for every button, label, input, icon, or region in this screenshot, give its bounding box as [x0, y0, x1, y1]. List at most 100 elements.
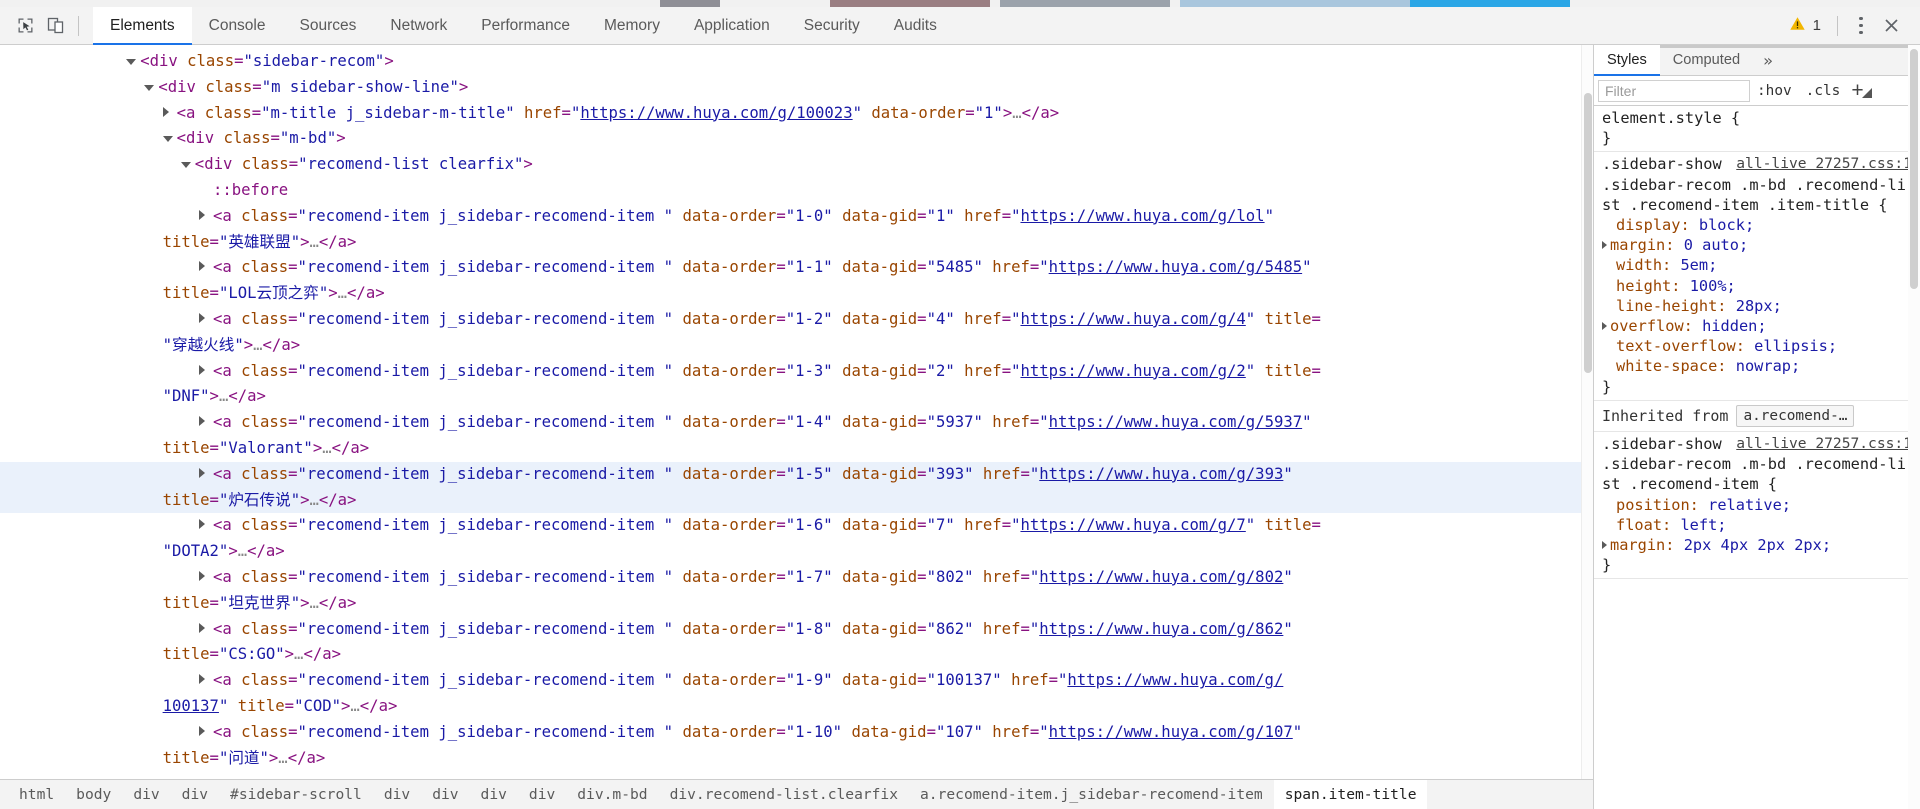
styles-tab-styles[interactable]: Styles	[1594, 45, 1660, 76]
warning-indicator[interactable]: 1	[1783, 16, 1827, 36]
dom-node[interactable]: <a class="recomend-item j_sidebar-recome…	[0, 668, 1593, 720]
dom-tree-scroll-area[interactable]: <div class="sidebar-recom"> <div class="m…	[0, 45, 1593, 779]
chevron-down-icon[interactable]	[144, 75, 158, 101]
css-rule-origin-link[interactable]: all-live 27257.css:1	[1736, 434, 1912, 454]
css-declaration[interactable]: display: block;	[1602, 215, 1912, 235]
css-declaration[interactable]: white-space: nowrap;	[1602, 356, 1912, 376]
device-toolbar-icon[interactable]	[40, 11, 70, 41]
chevron-right-icon[interactable]	[199, 255, 213, 281]
tab-memory[interactable]: Memory	[587, 7, 677, 44]
dom-attribute-link[interactable]: https://www.huya.com/g/100023	[580, 104, 852, 122]
dom-attribute-link[interactable]: https://www.huya.com/g/4	[1020, 310, 1245, 328]
css-declaration[interactable]: position: relative;	[1602, 495, 1912, 515]
dom-tree-scrollbar-thumb[interactable]	[1584, 93, 1592, 373]
styles-scrollbar[interactable]	[1908, 45, 1920, 809]
css-property-name[interactable]: margin:	[1610, 236, 1684, 254]
css-property-name[interactable]: margin:	[1610, 536, 1684, 554]
dom-attribute-link[interactable]: 100137	[163, 697, 219, 715]
css-property-value[interactable]: block;	[1699, 216, 1754, 234]
css-property-name[interactable]: float:	[1602, 516, 1680, 534]
breadcrumb-item[interactable]: body	[65, 780, 122, 809]
css-rule[interactable]: all-live 27257.css:1 .sidebar-show .sideb…	[1594, 152, 1920, 401]
chevron-right-icon[interactable]	[199, 513, 213, 539]
tab-performance[interactable]: Performance	[464, 7, 587, 44]
chevron-right-icon[interactable]	[162, 101, 177, 127]
css-property-name[interactable]: line-height:	[1602, 297, 1736, 315]
dom-node[interactable]: <a class="recomend-item j_sidebar-recome…	[0, 617, 1593, 669]
dom-node[interactable]: <a class="recomend-item j_sidebar-recome…	[0, 359, 1593, 411]
dom-attribute-link[interactable]: https://www.huya.com/g/802	[1039, 568, 1283, 586]
css-property-value[interactable]: nowrap;	[1736, 357, 1800, 375]
css-property-name[interactable]: text-overflow:	[1602, 337, 1754, 355]
dom-node[interactable]: <a class="recomend-item j_sidebar-recome…	[0, 720, 1593, 772]
dom-node[interactable]: <a class="recomend-item j_sidebar-recome…	[0, 410, 1593, 462]
dom-node[interactable]: <a class="recomend-item j_sidebar-recome…	[0, 255, 1593, 307]
styles-tab-computed[interactable]: Computed	[1660, 45, 1753, 75]
chevron-right-icon[interactable]	[199, 617, 213, 643]
chevron-right-icon[interactable]	[199, 462, 213, 488]
dom-attribute-link[interactable]: https://www.huya.com/g/7	[1020, 516, 1245, 534]
css-property-value[interactable]: 2px 4px 2px 2px;	[1684, 536, 1831, 554]
css-property-value[interactable]: 0 auto;	[1684, 236, 1748, 254]
inherited-from-element-chip[interactable]: a.recomend-…	[1736, 404, 1855, 428]
breadcrumb-item[interactable]: div	[470, 780, 518, 809]
chevron-right-icon[interactable]	[199, 720, 213, 746]
css-rule-origin-link[interactable]: all-live 27257.css:1	[1736, 154, 1912, 174]
dom-node[interactable]: <a class="m-title j_sidebar-m-title" hre…	[0, 101, 1593, 127]
css-declaration[interactable]: margin: 0 auto;	[1602, 235, 1912, 255]
styles-filter-input[interactable]	[1598, 79, 1750, 102]
dom-node[interactable]: <div class="m sidebar-show-line">	[0, 75, 1593, 101]
css-rule[interactable]: element.style {}	[1594, 106, 1920, 153]
toggle-pseudo-states-button[interactable]: :hov	[1750, 83, 1799, 99]
css-property-value[interactable]: 100%;	[1690, 277, 1736, 295]
css-declaration[interactable]: overflow: hidden;	[1602, 316, 1912, 336]
css-property-name[interactable]: position:	[1602, 496, 1708, 514]
chevron-right-icon[interactable]	[199, 307, 213, 333]
dom-node[interactable]: <a class="recomend-item j_sidebar-recome…	[0, 204, 1593, 256]
dom-node[interactable]: ::before	[0, 178, 1593, 204]
css-property-value[interactable]: 28px;	[1736, 297, 1782, 315]
chevron-down-icon[interactable]	[180, 152, 195, 178]
breadcrumb-item[interactable]: div	[518, 780, 566, 809]
css-property-name[interactable]: width:	[1602, 256, 1680, 274]
breadcrumb-item[interactable]: div	[171, 780, 219, 809]
css-property-value[interactable]: ellipsis;	[1754, 337, 1837, 355]
css-declaration[interactable]: height: 100%;	[1602, 276, 1912, 296]
dom-node[interactable]: <a class="recomend-item j_sidebar-recome…	[0, 513, 1593, 565]
tab-security[interactable]: Security	[787, 7, 877, 44]
inspect-cursor-icon[interactable]	[10, 11, 40, 41]
css-property-name[interactable]: overflow:	[1610, 317, 1702, 335]
breadcrumb-item[interactable]: div.m-bd	[566, 780, 658, 809]
chevron-right-icon[interactable]	[1602, 541, 1607, 550]
breadcrumb-item[interactable]: div	[122, 780, 170, 809]
chevron-double-right-icon[interactable]: »	[1753, 45, 1783, 75]
chevron-right-icon[interactable]	[199, 410, 213, 436]
css-declaration[interactable]: float: left;	[1602, 515, 1912, 535]
css-property-value[interactable]: relative;	[1708, 496, 1791, 514]
dom-node[interactable]: <div class="m-bd">	[0, 126, 1593, 152]
css-property-value[interactable]: left;	[1680, 516, 1726, 534]
breadcrumb-item[interactable]: span.item-title	[1273, 780, 1428, 809]
css-property-name[interactable]: white-space:	[1602, 357, 1736, 375]
more-options-icon[interactable]	[1848, 11, 1874, 41]
tab-sources[interactable]: Sources	[283, 7, 374, 44]
dom-node[interactable]: <div class="sidebar-recom">	[0, 49, 1593, 75]
chevron-right-icon[interactable]	[199, 668, 213, 694]
dom-attribute-link[interactable]: https://www.huya.com/g/862	[1039, 620, 1283, 638]
element-classes-button[interactable]: .cls	[1799, 83, 1848, 99]
chevron-right-icon[interactable]	[1602, 322, 1607, 331]
css-property-value[interactable]: 5em;	[1680, 256, 1717, 274]
breadcrumb-item[interactable]: a.recomend-item.j_sidebar-recomend-item	[909, 780, 1274, 809]
css-declaration[interactable]: line-height: 28px;	[1602, 296, 1912, 316]
breadcrumb-item[interactable]: html	[8, 780, 65, 809]
dom-attribute-link[interactable]: https://www.huya.com/g/2	[1020, 362, 1245, 380]
styles-scrollbar-thumb[interactable]	[1910, 49, 1918, 289]
chevron-right-icon[interactable]	[199, 204, 213, 230]
dom-attribute-link[interactable]: https://www.huya.com/g/5485	[1049, 258, 1302, 276]
dom-node[interactable]: <div class="recomend-list clearfix">	[0, 152, 1593, 178]
css-selector[interactable]: element.style {	[1602, 109, 1740, 127]
chevron-down-icon[interactable]	[126, 49, 140, 75]
styles-rules-list[interactable]: element.style {} all-live 27257.css:1 .sid…	[1594, 106, 1920, 809]
breadcrumb-item[interactable]: #sidebar-scroll	[219, 780, 373, 809]
css-rule-inherited[interactable]: all-live 27257.css:1 .sidebar-show .sideb…	[1594, 432, 1920, 580]
